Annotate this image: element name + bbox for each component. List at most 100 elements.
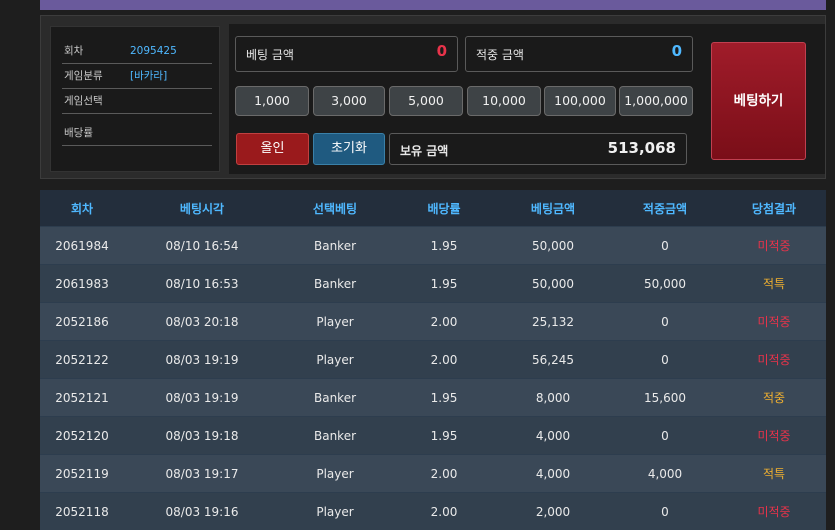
cell-result: 미적중 <box>722 303 826 341</box>
place-bet-button[interactable]: 베팅하기 <box>711 42 806 160</box>
cell-odds: 2.00 <box>390 455 498 493</box>
cell-bet-amount: 2,000 <box>498 493 608 530</box>
cell-round: 2061984 <box>40 227 124 265</box>
header-selection: 선택베팅 <box>280 190 390 227</box>
cell-odds: 2.00 <box>390 303 498 341</box>
cell-result: 미적중 <box>722 417 826 455</box>
table-row: 2061984 08/10 16:54 Banker 1.95 50,000 0… <box>40 227 826 265</box>
cell-bet-amount: 8,000 <box>498 379 608 417</box>
header-round: 회차 <box>40 190 124 227</box>
cell-odds: 1.95 <box>390 227 498 265</box>
cell-selection: Banker <box>280 379 390 417</box>
cell-round: 2061983 <box>40 265 124 303</box>
header-bet-time: 베팅시각 <box>124 190 280 227</box>
balance-label: 보유 금액 <box>400 142 448 159</box>
table-row: 2052122 08/03 19:19 Player 2.00 56,245 0… <box>40 341 826 379</box>
header-result: 당첨결과 <box>722 190 826 227</box>
round-value: 2095425 <box>130 39 177 63</box>
table-row: 2052118 08/03 19:16 Player 2.00 2,000 0 … <box>40 493 826 530</box>
bet-amount-label: 베팅 금액 <box>246 46 294 63</box>
cell-bet-amount: 50,000 <box>498 265 608 303</box>
balance-value: 513,068 <box>608 139 676 157</box>
bet-controls: 베팅 금액 0 적중 금액 0 1,000 3,000 5,000 10,000… <box>229 24 825 174</box>
cell-time: 08/03 19:17 <box>124 455 280 493</box>
info-row-round: 회차 2095425 <box>62 39 212 64</box>
chip-1000-button[interactable]: 1,000 <box>235 86 309 116</box>
cell-bet-amount: 4,000 <box>498 417 608 455</box>
bet-history-table: 회차 베팅시각 선택베팅 배당률 베팅금액 적중금액 당첨결과 2061984 … <box>40 190 826 530</box>
cell-time: 08/03 20:18 <box>124 303 280 341</box>
cell-round: 2052120 <box>40 417 124 455</box>
category-value: [바카라] <box>130 64 167 88</box>
balance-field: 보유 금액 513,068 <box>389 133 687 165</box>
cell-bet-amount: 50,000 <box>498 227 608 265</box>
cell-win-amount: 0 <box>608 341 722 379</box>
cell-odds: 1.95 <box>390 417 498 455</box>
all-in-button[interactable]: 올인 <box>236 133 309 165</box>
chip-3000-button[interactable]: 3,000 <box>313 86 385 116</box>
info-row-odds: 배당률 <box>62 121 212 146</box>
cell-result: 적특 <box>722 265 826 303</box>
cell-time: 08/03 19:19 <box>124 379 280 417</box>
select-label: 게임선택 <box>64 89 103 113</box>
table-header-row: 회차 베팅시각 선택베팅 배당률 베팅금액 적중금액 당첨결과 <box>40 190 826 227</box>
cell-result: 미적중 <box>722 227 826 265</box>
reset-button[interactable]: 초기화 <box>313 133 385 165</box>
cell-win-amount: 0 <box>608 417 722 455</box>
chip-5000-button[interactable]: 5,000 <box>389 86 463 116</box>
win-amount-value: 0 <box>672 42 682 60</box>
cell-result: 적중 <box>722 379 826 417</box>
top-bar <box>40 0 826 10</box>
cell-win-amount: 0 <box>608 227 722 265</box>
chip-1000000-button[interactable]: 1,000,000 <box>619 86 693 116</box>
odds-label: 배당률 <box>64 121 93 145</box>
cell-bet-amount: 56,245 <box>498 341 608 379</box>
cell-round: 2052121 <box>40 379 124 417</box>
cell-time: 08/03 19:18 <box>124 417 280 455</box>
bet-amount-value: 0 <box>437 42 447 60</box>
header-odds: 배당률 <box>390 190 498 227</box>
cell-win-amount: 15,600 <box>608 379 722 417</box>
cell-selection: Player <box>280 493 390 530</box>
table-row: 2052120 08/03 19:18 Banker 1.95 4,000 0 … <box>40 417 826 455</box>
table-row: 2052119 08/03 19:17 Player 2.00 4,000 4,… <box>40 455 826 493</box>
round-label: 회차 <box>64 39 83 63</box>
bet-amount-field: 베팅 금액 0 <box>235 36 458 72</box>
game-info-box: 회차 2095425 게임분류 [바카라] 게임선택 배당률 <box>50 26 220 172</box>
cell-result: 미적중 <box>722 493 826 530</box>
win-amount-label: 적중 금액 <box>476 46 524 63</box>
info-row-select: 게임선택 <box>62 89 212 114</box>
cell-odds: 2.00 <box>390 341 498 379</box>
table-row: 2052186 08/03 20:18 Player 2.00 25,132 0… <box>40 303 826 341</box>
cell-time: 08/03 19:19 <box>124 341 280 379</box>
table-row: 2061983 08/10 16:53 Banker 1.95 50,000 5… <box>40 265 826 303</box>
chip-10000-button[interactable]: 10,000 <box>467 86 541 116</box>
betting-panel: 회차 2095425 게임분류 [바카라] 게임선택 배당률 베팅 금액 0 적… <box>40 15 826 179</box>
cell-selection: Banker <box>280 227 390 265</box>
cell-selection: Banker <box>280 265 390 303</box>
cell-odds: 2.00 <box>390 493 498 530</box>
header-win-amount: 적중금액 <box>608 190 722 227</box>
cell-round: 2052119 <box>40 455 124 493</box>
cell-round: 2052186 <box>40 303 124 341</box>
cell-bet-amount: 25,132 <box>498 303 608 341</box>
table-row: 2052121 08/03 19:19 Banker 1.95 8,000 15… <box>40 379 826 417</box>
cell-selection: Banker <box>280 417 390 455</box>
chip-100000-button[interactable]: 100,000 <box>544 86 616 116</box>
cell-bet-amount: 4,000 <box>498 455 608 493</box>
win-amount-field: 적중 금액 0 <box>465 36 693 72</box>
cell-round: 2052122 <box>40 341 124 379</box>
cell-win-amount: 4,000 <box>608 455 722 493</box>
header-bet-amount: 베팅금액 <box>498 190 608 227</box>
cell-time: 08/10 16:53 <box>124 265 280 303</box>
category-label: 게임분류 <box>64 64 103 88</box>
cell-time: 08/10 16:54 <box>124 227 280 265</box>
cell-odds: 1.95 <box>390 379 498 417</box>
cell-result: 미적중 <box>722 341 826 379</box>
cell-win-amount: 0 <box>608 493 722 530</box>
cell-win-amount: 50,000 <box>608 265 722 303</box>
cell-round: 2052118 <box>40 493 124 530</box>
cell-win-amount: 0 <box>608 303 722 341</box>
cell-odds: 1.95 <box>390 265 498 303</box>
cell-result: 적특 <box>722 455 826 493</box>
